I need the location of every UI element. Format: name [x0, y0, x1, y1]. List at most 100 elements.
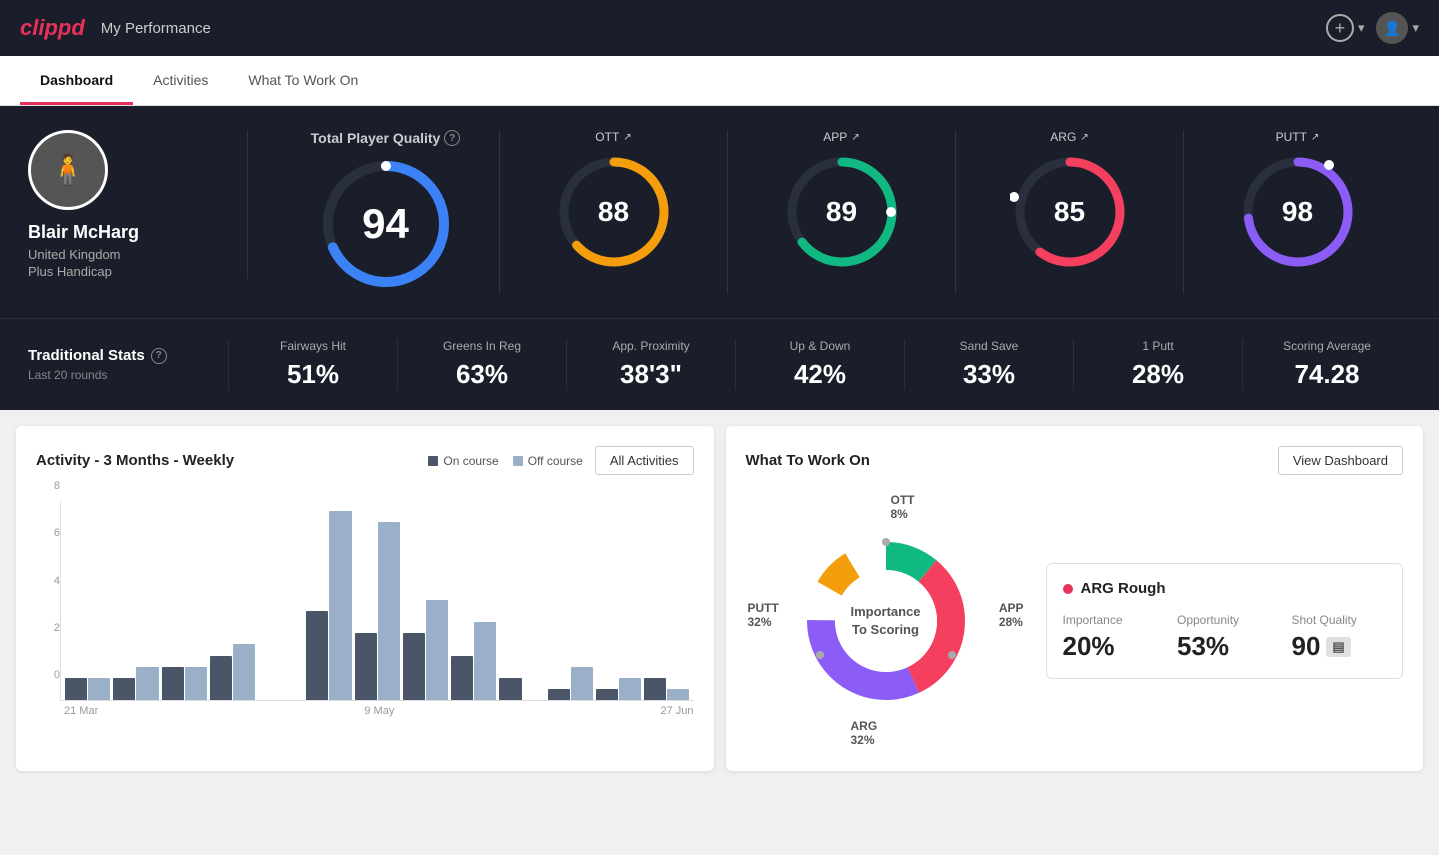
gauge-total-label: Total Player Quality ?	[311, 130, 461, 146]
opportunity-value: 53%	[1177, 631, 1272, 662]
info-metrics: Importance 20% Opportunity 53% Shot Qual…	[1063, 613, 1387, 662]
user-chevron: ▾	[1412, 20, 1419, 36]
gauge-app-circle: 89	[782, 152, 902, 272]
bar-on-course	[403, 633, 425, 700]
donut-center: Importance To Scoring	[786, 521, 986, 721]
stat-sand-label: Sand Save	[915, 339, 1063, 353]
shot-quality-badge: ▤	[1326, 637, 1350, 657]
info-shot-quality: Shot Quality 90 ▤	[1292, 613, 1387, 662]
activity-header: Activity - 3 Months - Weekly On course O…	[36, 446, 694, 475]
bar-on-course	[306, 611, 328, 700]
add-chevron: ▾	[1358, 20, 1365, 36]
stat-greens-value: 63%	[408, 359, 556, 390]
gauge-total-value: 94	[362, 200, 409, 248]
putt-trend-icon: ↗	[1311, 132, 1319, 143]
donut-chart-area: Importance To Scoring OTT 8% APP 28% ARG…	[746, 491, 1026, 751]
stat-sand-value: 33%	[915, 359, 1063, 390]
bar-off-course	[571, 667, 593, 700]
stats-title: Traditional Stats ?	[28, 347, 228, 364]
wtwon-content: Importance To Scoring OTT 8% APP 28% ARG…	[746, 491, 1404, 751]
header: clippd My Performance + ▾ 👤 ▾	[0, 0, 1439, 56]
header-title: My Performance	[101, 20, 211, 37]
stat-scoring-avg: Scoring Average 74.28	[1242, 339, 1411, 390]
stat-proximity-label: App. Proximity	[577, 339, 725, 353]
red-dot-icon	[1063, 584, 1073, 594]
bar-group	[113, 667, 158, 700]
bar-group	[548, 667, 593, 700]
gauge-ott-value: 88	[598, 196, 629, 228]
all-activities-button[interactable]: All Activities	[595, 446, 694, 475]
view-dashboard-button[interactable]: View Dashboard	[1278, 446, 1403, 475]
gauge-app: APP ↗ 89	[728, 130, 956, 294]
gauge-total: Total Player Quality ? 94	[272, 130, 500, 294]
stat-scoring-value: 74.28	[1253, 359, 1401, 390]
on-course-dot	[428, 456, 438, 466]
arg-label: ARG 32%	[851, 719, 878, 747]
bar-on-course	[451, 656, 473, 700]
importance-label: Importance	[1063, 613, 1158, 627]
bar-group	[162, 667, 207, 700]
bar-group	[306, 511, 351, 700]
chart-area: 8 6 4 2 0 21 Mar 9 May 27 Jun	[36, 491, 694, 717]
stat-sand-save: Sand Save 33%	[904, 339, 1073, 390]
putt-label: PUTT 32%	[748, 601, 779, 629]
stats-label: Traditional Stats ? Last 20 rounds	[28, 347, 228, 382]
bar-on-course	[162, 667, 184, 700]
help-icon[interactable]: ?	[444, 130, 460, 146]
shot-quality-label: Shot Quality	[1292, 613, 1387, 627]
bar-group	[499, 678, 544, 700]
add-button[interactable]: + ▾	[1326, 14, 1365, 42]
tab-what-to-work-on[interactable]: What To Work On	[228, 56, 378, 105]
user-menu-button[interactable]: 👤 ▾	[1376, 12, 1419, 44]
avatar: 👤	[1376, 12, 1408, 44]
bar-group	[451, 622, 496, 700]
bar-off-course	[619, 678, 641, 700]
bars-area	[60, 501, 694, 701]
ott-trend-icon: ↗	[623, 132, 631, 143]
tab-activities[interactable]: Activities	[133, 56, 228, 105]
bar-on-course	[499, 678, 521, 700]
legend-off-course: Off course	[513, 454, 583, 468]
activity-controls: On course Off course All Activities	[428, 446, 693, 475]
stat-greens-in-reg: Greens In Reg 63%	[397, 339, 566, 390]
bar-group	[210, 644, 255, 700]
bar-on-course	[596, 689, 618, 700]
gauge-putt-circle: 98	[1238, 152, 1358, 272]
stat-one-putt: 1 Putt 28%	[1073, 339, 1242, 390]
add-circle-icon: +	[1326, 14, 1354, 42]
bar-group	[355, 522, 400, 700]
info-card-title: ARG Rough	[1063, 580, 1387, 597]
stat-app-proximity: App. Proximity 38'3"	[566, 339, 735, 390]
bar-group	[644, 678, 689, 700]
shot-quality-value: 90	[1292, 631, 1321, 662]
bottom-panels: Activity - 3 Months - Weekly On course O…	[0, 410, 1439, 787]
tab-dashboard[interactable]: Dashboard	[20, 56, 133, 105]
bar-off-course	[185, 667, 207, 700]
bar-off-course	[426, 600, 448, 700]
stat-fairways-hit: Fairways Hit 51%	[228, 339, 397, 390]
bar-off-course	[136, 667, 158, 700]
chart-with-y: 8 6 4 2 0	[36, 491, 694, 701]
gauge-total-circle: 94	[316, 154, 456, 294]
bar-on-course	[548, 689, 570, 700]
bar-group	[65, 678, 110, 700]
header-left: clippd My Performance	[20, 15, 211, 41]
gauges-section: Total Player Quality ? 94 OTT ↗	[248, 130, 1411, 294]
gauge-putt: PUTT ↗ 98	[1184, 130, 1411, 294]
chart-legend: On course Off course	[428, 454, 583, 468]
gauge-arg-circle: 85	[1010, 152, 1130, 272]
stats-help-icon[interactable]: ?	[151, 348, 167, 364]
opportunity-label: Opportunity	[1177, 613, 1272, 627]
gauge-putt-label: PUTT ↗	[1276, 130, 1320, 144]
bar-off-course	[88, 678, 110, 700]
legend-on-course: On course	[428, 454, 498, 468]
stat-updown-value: 42%	[746, 359, 894, 390]
stat-oneputt-label: 1 Putt	[1084, 339, 1232, 353]
bar-off-course	[378, 522, 400, 700]
stat-fairways-hit-label: Fairways Hit	[239, 339, 387, 353]
gauge-arg-value: 85	[1054, 196, 1085, 228]
stat-updown-label: Up & Down	[746, 339, 894, 353]
gauge-app-label: APP ↗	[823, 130, 859, 144]
traditional-stats-section: Traditional Stats ? Last 20 rounds Fairw…	[0, 318, 1439, 410]
bar-on-course	[644, 678, 666, 700]
